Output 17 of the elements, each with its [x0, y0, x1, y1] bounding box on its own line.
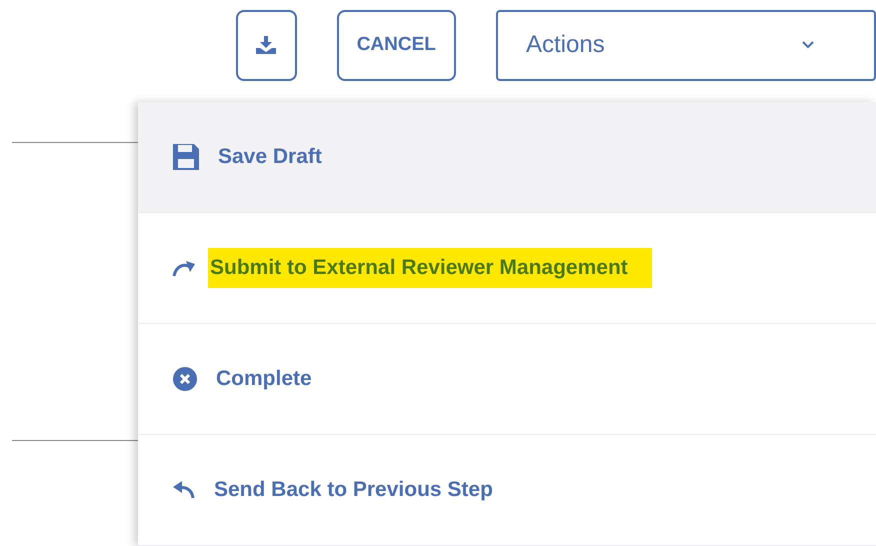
menu-item-label: Submit to External Reviewer Management [208, 248, 652, 288]
menu-item-label: Send Back to Previous Step [214, 478, 493, 502]
menu-item-label: Complete [216, 367, 312, 391]
undo-arrow-icon [172, 480, 196, 500]
download-button[interactable] [236, 10, 297, 80]
menu-item[interactable]: Complete [138, 324, 876, 435]
menu-item[interactable]: Save Draft [138, 102, 876, 213]
menu-item-label: Save Draft [218, 145, 322, 169]
select-value: Actions [526, 31, 606, 59]
download-icon [256, 36, 276, 54]
actions-select[interactable]: Actions [496, 10, 876, 80]
close-circle-icon [172, 366, 198, 392]
redo-arrow-icon [172, 258, 196, 278]
cancel-button[interactable]: CANCEL [336, 10, 456, 80]
menu-item[interactable]: Send Back to Previous Step [138, 435, 876, 546]
menu-item[interactable]: Submit to External Reviewer Management [138, 213, 876, 324]
chevron-down-icon [802, 41, 814, 49]
